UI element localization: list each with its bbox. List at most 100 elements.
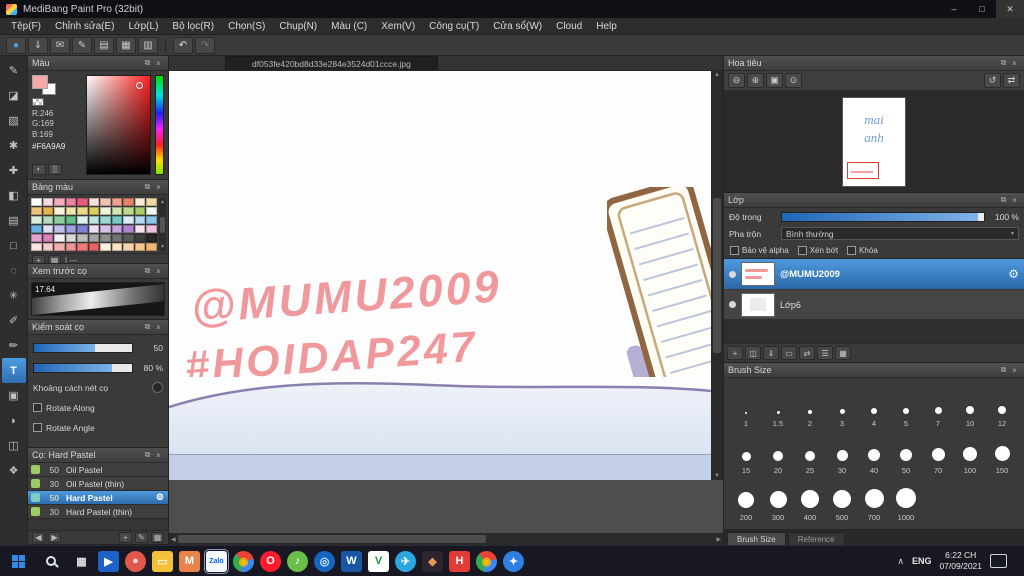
- smudge-tool[interactable]: ✱: [2, 133, 26, 158]
- palette-swatch[interactable]: [123, 216, 134, 224]
- edit-brush-icon[interactable]: ✎: [135, 532, 148, 543]
- hue-slider[interactable]: [155, 75, 164, 175]
- palette-swatch[interactable]: [88, 243, 100, 251]
- layer-visibility-icon[interactable]: [729, 270, 736, 278]
- palette-swatch[interactable]: [146, 225, 157, 233]
- save-icon[interactable]: ⇓: [28, 36, 48, 54]
- close-panel-icon[interactable]: ×: [153, 59, 164, 68]
- brush-size-option[interactable]: 3: [826, 383, 858, 428]
- saturation-value-picker[interactable]: [86, 75, 151, 175]
- palette-swatch[interactable]: [54, 198, 65, 206]
- brush-list-item[interactable]: 30 Hard Pastel (thin): [28, 505, 168, 519]
- task-view-icon[interactable]: ▦: [68, 547, 95, 576]
- color-swatch-pair[interactable]: [32, 75, 58, 95]
- brush-size-option[interactable]: 5: [890, 383, 922, 428]
- brush-size-option[interactable]: 100: [954, 430, 986, 475]
- eraser-tool[interactable]: ◪: [2, 83, 26, 108]
- palette-swatch[interactable]: [146, 207, 157, 215]
- palette-swatch[interactable]: [134, 207, 146, 215]
- palette-swatch[interactable]: [100, 243, 111, 251]
- rect-brush-tool[interactable]: ▧: [2, 108, 26, 133]
- palette-swatch[interactable]: [42, 198, 54, 206]
- foreground-color-swatch[interactable]: [32, 75, 48, 89]
- layer-option[interactable]: Khóa: [847, 245, 878, 255]
- telegram-icon[interactable]: ✈: [392, 547, 419, 576]
- brush-size-option[interactable]: 12: [986, 383, 1018, 428]
- palette-swatch[interactable]: [65, 207, 77, 215]
- menu-item[interactable]: Chụp(N): [272, 18, 324, 34]
- menu-item[interactable]: Chỉnh sửa(E): [48, 18, 122, 34]
- palette-swatch[interactable]: [31, 243, 42, 251]
- brush-spacing-dial[interactable]: [152, 382, 163, 393]
- palette-swatch[interactable]: [42, 216, 54, 224]
- palette-swatch[interactable]: [77, 207, 88, 215]
- palette-swatch[interactable]: [123, 243, 134, 251]
- menu-item[interactable]: Bộ lọc(R): [165, 18, 221, 34]
- layer-row[interactable]: Lớp6: [724, 289, 1024, 319]
- palette-scrollbar[interactable]: ▲ ▼: [159, 198, 166, 251]
- scroll-left-icon[interactable]: ◀: [171, 536, 176, 543]
- opera-app-icon[interactable]: O: [257, 547, 284, 576]
- close-button[interactable]: ✕: [996, 0, 1024, 18]
- folder-icon[interactable]: ▭: [781, 346, 797, 360]
- brush-size-option[interactable]: 20: [762, 430, 794, 475]
- navigator-view-rectangle[interactable]: [847, 161, 879, 179]
- eyedropper-tool[interactable]: ◗: [2, 408, 26, 433]
- redo-button[interactable]: ↷: [195, 36, 215, 54]
- menu-item[interactable]: Xem(V): [374, 18, 422, 34]
- rotate-reset-icon[interactable]: ↺: [984, 73, 1001, 88]
- text-tool[interactable]: T: [1, 358, 26, 383]
- brush-list-item[interactable]: 50 Oil Pastel: [28, 463, 168, 477]
- file-explorer-icon[interactable]: ▭: [149, 547, 176, 576]
- checkbox[interactable]: [730, 245, 739, 255]
- palette-swatch[interactable]: [123, 234, 134, 242]
- checkbox[interactable]: [797, 245, 807, 255]
- palette-swatch[interactable]: [65, 234, 77, 242]
- tab-reference[interactable]: Reference: [787, 532, 845, 545]
- palette-swatch[interactable]: [134, 234, 146, 242]
- palette-swatch[interactable]: [31, 234, 42, 242]
- palette-swatch[interactable]: [134, 243, 146, 251]
- rotate-angle-checkbox[interactable]: [33, 423, 42, 432]
- layer-opacity-slider[interactable]: [781, 211, 985, 222]
- brush-size-option[interactable]: 30: [826, 430, 858, 475]
- artboard[interactable]: @MUMU2009 #HOIDAP247: [169, 71, 711, 480]
- delete-layer-icon[interactable]: ▦: [835, 346, 851, 360]
- scroll-up-icon[interactable]: ▲: [714, 72, 720, 78]
- menu-item[interactable]: Help: [589, 18, 624, 34]
- clock[interactable]: 6:22 CH 07/09/2021: [939, 550, 982, 571]
- menu-item[interactable]: Màu (C): [324, 18, 374, 34]
- scroll-thumb[interactable]: [713, 198, 721, 353]
- brush-size-option[interactable]: 700: [858, 477, 890, 522]
- palette-swatch[interactable]: [42, 243, 54, 251]
- brush-size-option[interactable]: 10: [954, 383, 986, 428]
- palette-swatch[interactable]: [77, 234, 88, 242]
- popout-icon[interactable]: ⧉: [998, 365, 1009, 375]
- palette-swatch[interactable]: [54, 225, 65, 233]
- palette-swatch[interactable]: [88, 198, 100, 206]
- brush-size-option[interactable]: 500: [826, 477, 858, 522]
- palette-swatch[interactable]: [54, 243, 65, 251]
- palette-swatch[interactable]: [31, 216, 42, 224]
- layer-option[interactable]: Xén bớt: [797, 245, 838, 255]
- brush-size-option[interactable]: 300: [762, 477, 794, 522]
- move-tool[interactable]: ✚: [2, 158, 26, 183]
- menu-item[interactable]: Cửa sổ(W): [486, 18, 549, 34]
- palette-swatch[interactable]: [77, 216, 88, 224]
- palette-swatch[interactable]: [146, 216, 157, 224]
- palette-swatch[interactable]: [54, 207, 65, 215]
- palette-swatch[interactable]: [111, 234, 123, 242]
- magic-wand-tool[interactable]: ✳: [2, 283, 26, 308]
- palette-swatch[interactable]: [88, 234, 100, 242]
- palette-swatch[interactable]: [88, 207, 100, 215]
- language-indicator[interactable]: ENG: [912, 556, 932, 566]
- add-layer-icon[interactable]: +: [727, 346, 743, 360]
- palette-swatch[interactable]: [111, 243, 123, 251]
- duplicate-layer-icon[interactable]: ◫: [745, 346, 761, 360]
- brush-size-option[interactable]: 40: [858, 430, 890, 475]
- transfer-layer-icon[interactable]: ⇄: [799, 346, 815, 360]
- popout-icon[interactable]: ⧉: [142, 322, 153, 332]
- pen-icon[interactable]: ✎: [72, 36, 92, 54]
- operation-tool[interactable]: ▣: [2, 383, 26, 408]
- show-hidden-icons-chevron[interactable]: ∧: [897, 556, 904, 567]
